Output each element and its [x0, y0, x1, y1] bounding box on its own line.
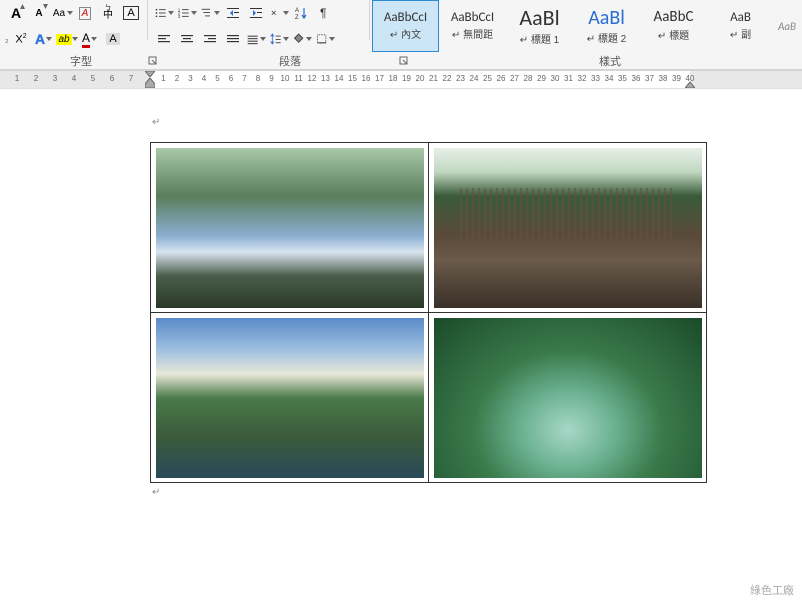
bullets-button[interactable] — [153, 2, 175, 24]
borders-button[interactable] — [314, 28, 336, 50]
svg-text:✕: ✕ — [271, 8, 277, 17]
style-item-副[interactable]: AaB↵ 副 — [707, 0, 774, 52]
ribbon-main-row: A A Aa A 中ㄅ A ₂ X2 A ab A A 123 — [0, 0, 802, 52]
paragraph-group: 123 ✕ AZ ¶ — [150, 0, 367, 52]
paragraph-mark: ↵ — [152, 117, 710, 128]
svg-text:Z: Z — [295, 15, 299, 21]
ribbon: A A Aa A 中ㄅ A ₂ X2 A ab A A 123 — [0, 0, 802, 71]
image-table[interactable] — [150, 142, 707, 483]
separator-2 — [369, 0, 370, 40]
table-cell[interactable] — [429, 143, 707, 313]
paragraph-dialog-launcher[interactable] — [399, 56, 411, 68]
paragraph-group-label-text: 段落 — [279, 53, 301, 69]
numbering-button[interactable]: 123 — [176, 2, 198, 24]
increase-indent-button[interactable] — [245, 2, 267, 24]
font-group-label: 字型 — [0, 52, 162, 69]
hanging-indent-marker[interactable] — [145, 78, 155, 88]
svg-text:3: 3 — [178, 14, 181, 19]
char-shading-button[interactable]: A — [102, 28, 124, 50]
sort-button[interactable]: AZ — [291, 2, 313, 24]
text-effects-button[interactable]: A — [33, 28, 55, 50]
styles-gallery: AaBbCcI↵ 內文AaBbCcI↵ 無間距AaBl↵ 標題 1AaBl↵ 標… — [372, 0, 774, 52]
align-left-button[interactable] — [153, 28, 175, 50]
grow-font-button[interactable]: A — [5, 2, 27, 24]
distributed-button[interactable] — [245, 28, 267, 50]
font-group: A A Aa A 中ㄅ A ₂ X2 A ab A A — [2, 0, 145, 52]
styles-group-label: 樣式 — [418, 52, 802, 69]
align-center-button[interactable] — [176, 28, 198, 50]
char-border-button[interactable]: A — [120, 2, 142, 24]
inserted-image[interactable] — [434, 318, 702, 478]
line-spacing-button[interactable] — [268, 28, 290, 50]
style-item-無間距[interactable]: AaBbCcI↵ 無間距 — [439, 0, 506, 52]
table-cell[interactable] — [429, 313, 707, 483]
highlight-button[interactable]: ab — [56, 28, 78, 50]
table-cell[interactable] — [151, 313, 429, 483]
inserted-image[interactable] — [156, 318, 424, 478]
font-group-label-text: 字型 — [70, 53, 92, 69]
page: ↵ ↵ — [150, 89, 710, 498]
svg-text:¶: ¶ — [320, 6, 326, 20]
table-cell[interactable] — [151, 143, 429, 313]
decrease-indent-button[interactable] — [222, 2, 244, 24]
phonetic-guide-button[interactable]: 中ㄅ — [97, 2, 119, 24]
font-color-button[interactable]: A — [79, 28, 101, 50]
asian-layout-button[interactable]: ✕ — [268, 2, 290, 24]
superscript-button[interactable]: X2 — [10, 28, 32, 50]
multilevel-list-button[interactable] — [199, 2, 221, 24]
svg-text:A: A — [295, 8, 299, 14]
table-row — [151, 313, 707, 483]
paragraph-mark: ↵ — [152, 487, 710, 498]
styles-group-label-text: 樣式 — [599, 53, 621, 69]
font-dialog-launcher[interactable] — [148, 56, 160, 68]
horizontal-ruler[interactable]: 7654321123456789101112131415161718192021… — [0, 71, 802, 89]
inserted-image[interactable] — [156, 148, 424, 308]
shading-button[interactable] — [291, 28, 313, 50]
change-case-button[interactable]: Aa — [51, 2, 73, 24]
watermark-text: 綠色工廠 — [750, 582, 794, 598]
show-hide-button[interactable]: ¶ — [314, 2, 336, 24]
style-item-內文[interactable]: AaBbCcI↵ 內文 — [372, 0, 439, 52]
subscript-indicator: ₂ — [5, 34, 9, 44]
align-right-button[interactable] — [199, 28, 221, 50]
style-item-標題[interactable]: AaBbC↵ 標題 — [640, 0, 707, 52]
separator — [147, 0, 148, 40]
inserted-image[interactable] — [434, 148, 702, 308]
table-row — [151, 143, 707, 313]
shrink-font-button[interactable]: A — [28, 2, 50, 24]
ribbon-group-labels: 字型 段落 樣式 — [0, 52, 802, 70]
style-item-標題 1[interactable]: AaBl↵ 標題 1 — [506, 0, 573, 52]
style-item-標題 2[interactable]: AaBl↵ 標題 2 — [573, 0, 640, 52]
paragraph-group-label: 段落 — [167, 52, 413, 69]
style-gallery-more[interactable]: AaB — [774, 0, 800, 52]
right-indent-marker[interactable] — [685, 80, 695, 88]
document-area[interactable]: ↵ ↵ — [0, 89, 802, 603]
justify-button[interactable] — [222, 28, 244, 50]
clear-formatting-button[interactable]: A — [74, 2, 96, 24]
